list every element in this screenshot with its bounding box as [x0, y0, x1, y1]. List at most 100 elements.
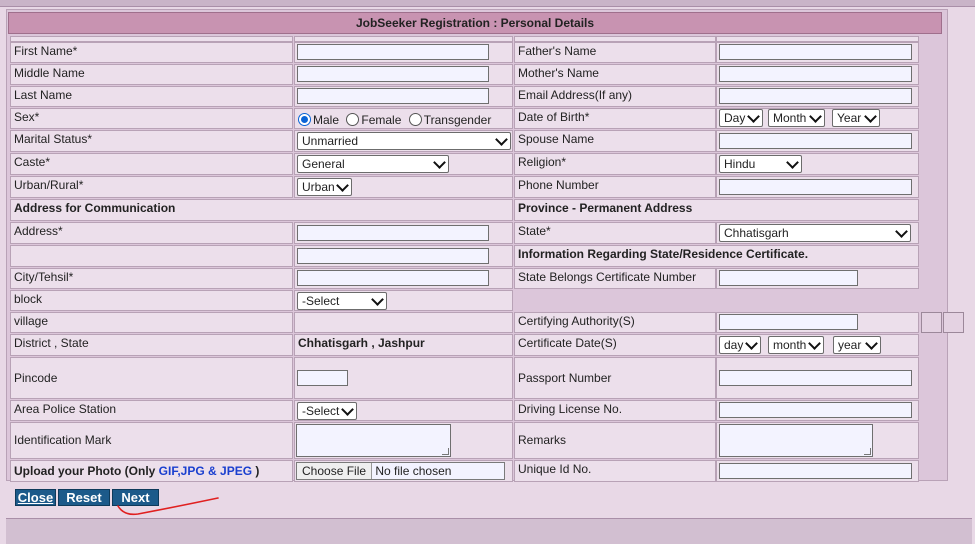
extra-cell [943, 312, 964, 333]
mothers-name-label: Mother's Name [514, 64, 716, 85]
cert-authority-input[interactable] [719, 314, 858, 330]
chevron-down-icon [371, 293, 384, 306]
identification-textarea[interactable] [296, 424, 451, 457]
first-name-label: First Name* [10, 42, 293, 63]
state-cert-label: State Belongs Certificate Number [514, 268, 716, 289]
cert-month-select[interactable]: month [768, 336, 824, 354]
transgender-label: Transgender [423, 113, 492, 127]
chevron-down-icon [895, 225, 908, 238]
marital-status-label: Marital Status* [10, 130, 293, 152]
chevron-down-icon [336, 179, 349, 192]
bottom-bar [6, 518, 972, 544]
dob-month-select[interactable]: Month [768, 109, 825, 127]
file-status: No file chosen [375, 464, 452, 478]
first-name-input[interactable] [297, 44, 489, 60]
state-select[interactable]: Chhatisgarh [719, 224, 911, 242]
residence-cert-heading: Information Regarding State/Residence Ce… [514, 245, 919, 267]
identification-label: Identification Mark [10, 422, 293, 459]
chevron-down-icon [808, 337, 821, 350]
chevron-down-icon [495, 133, 508, 146]
remarks-textarea[interactable] [719, 424, 873, 457]
caste-select[interactable]: General [297, 155, 449, 173]
chevron-down-icon [433, 156, 446, 169]
block-select[interactable]: -Select [297, 292, 387, 310]
transgender-radio[interactable] [408, 113, 422, 126]
chevron-down-icon [745, 337, 758, 350]
city-tehsil-label: City/Tehsil* [10, 268, 293, 289]
address-line1-input[interactable] [297, 225, 489, 241]
last-name-input[interactable] [297, 88, 489, 104]
male-radio[interactable] [298, 113, 311, 126]
address-label: Address* [10, 222, 293, 244]
chevron-down-icon [341, 403, 354, 416]
dob-day-select[interactable]: Day [719, 109, 763, 127]
address-line2-label-cell [10, 245, 293, 267]
cert-authority-label: Certifying Authority(S) [514, 312, 716, 333]
pincode-label: Pincode [10, 357, 293, 399]
female-label: Female [361, 113, 402, 127]
address-line2-input[interactable] [297, 248, 489, 264]
police-station-select[interactable]: -Select [297, 402, 357, 420]
chevron-down-icon [747, 110, 760, 123]
mothers-name-input[interactable] [719, 66, 912, 82]
pincode-input[interactable] [297, 370, 348, 386]
sex-label: Sex* [10, 108, 293, 129]
reset-button[interactable]: Reset [58, 489, 110, 506]
dob-label: Date of Birth* [514, 108, 716, 129]
driving-license-input[interactable] [719, 402, 912, 418]
unique-id-label: Unique Id No. [514, 460, 716, 482]
cert-date-label: Certificate Date(S) [514, 334, 716, 356]
religion-select[interactable]: Hindu [719, 155, 802, 173]
upload-label-text: Upload your Photo (Only [14, 464, 159, 478]
chevron-down-icon [864, 110, 877, 123]
middle-name-input[interactable] [297, 66, 489, 82]
driving-license-label: Driving License No. [514, 400, 716, 421]
village-cell [294, 312, 513, 333]
form-title: JobSeeker Registration : Personal Detail… [8, 12, 942, 34]
province-section-heading: Province - Permanent Address [514, 199, 919, 221]
red-annotation-stroke [117, 497, 219, 516]
last-name-label: Last Name [10, 86, 293, 107]
female-radio[interactable] [346, 113, 360, 126]
spouse-name-input[interactable] [719, 133, 912, 149]
close-button[interactable]: Close [15, 489, 56, 506]
marital-status-select[interactable]: Unmarried [297, 132, 511, 150]
village-label: village [10, 312, 293, 333]
fathers-name-label: Father's Name [514, 42, 716, 63]
email-input[interactable] [719, 88, 912, 104]
choose-file-button[interactable]: Choose File [297, 463, 373, 479]
chevron-down-icon [809, 110, 822, 123]
fathers-name-input[interactable] [719, 44, 912, 60]
cert-day-select[interactable]: day [719, 336, 761, 354]
address-section-heading: Address for Communication [10, 199, 513, 221]
top-strip [0, 0, 975, 7]
sex-radio-group: Male Female Transgender [294, 108, 513, 129]
passport-input[interactable] [719, 370, 912, 386]
district-state-label: District , State [10, 334, 293, 356]
urban-rural-label: Urban/Rural* [10, 176, 293, 198]
religion-label: Religion* [514, 153, 716, 175]
spouse-name-label: Spouse Name [514, 130, 716, 152]
district-state-value: Chhatisgarh , Jashpur [294, 334, 513, 356]
city-tehsil-input[interactable] [297, 270, 489, 286]
passport-label: Passport Number [514, 357, 716, 399]
block-label: block [10, 290, 293, 311]
caste-label: Caste* [10, 153, 293, 175]
photo-file-input[interactable]: Choose File No file chosen [296, 462, 505, 480]
state-cert-input[interactable] [719, 270, 858, 286]
upload-file-types: GIF,JPG & JPEG [158, 464, 253, 478]
remarks-label: Remarks [514, 422, 716, 459]
middle-name-label: Middle Name [10, 64, 293, 85]
unique-id-input[interactable] [719, 463, 912, 479]
chevron-down-icon [786, 156, 799, 169]
urban-rural-select[interactable]: Urban [297, 178, 352, 196]
cert-year-select[interactable]: year [833, 336, 881, 354]
phone-input[interactable] [719, 179, 912, 195]
dob-year-select[interactable]: Year [832, 109, 880, 127]
email-label: Email Address(If any) [514, 86, 716, 107]
upload-photo-label: Upload your Photo (Only GIF,JPG & JPEG ) [10, 460, 293, 482]
chevron-down-icon [865, 337, 878, 350]
police-station-label: Area Police Station [10, 400, 293, 421]
extra-cell [921, 312, 942, 333]
male-label: Male [313, 113, 340, 127]
